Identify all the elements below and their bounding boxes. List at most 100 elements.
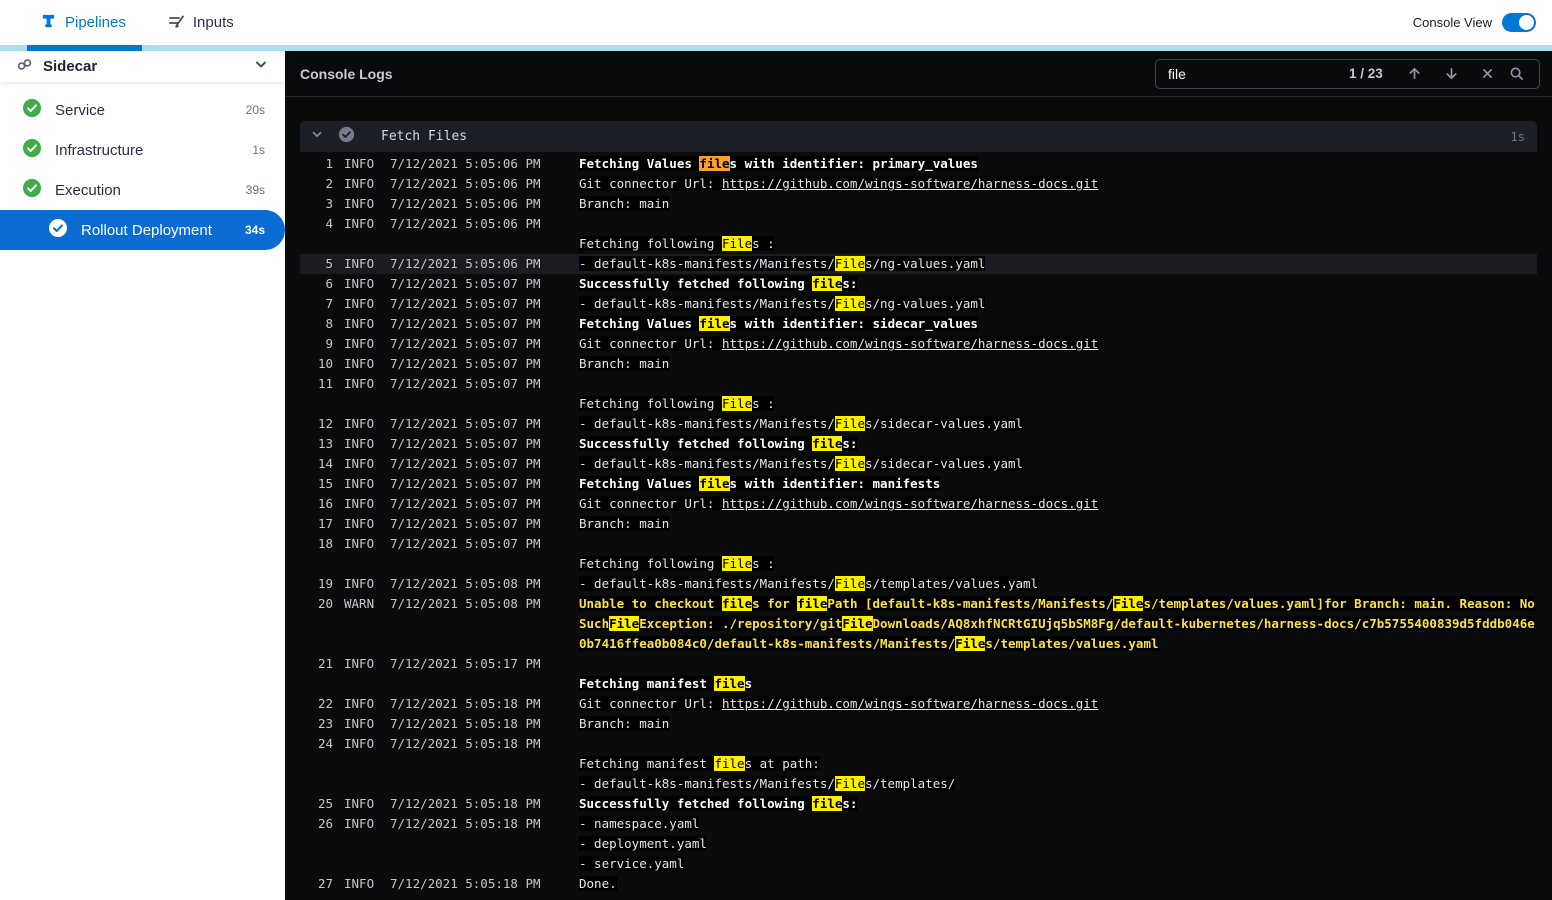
search-match-current: file bbox=[699, 156, 730, 171]
log-message: Git connector Url: https://github.com/wi… bbox=[579, 176, 1099, 191]
log-line-24-1: Fetching manifest files at path: bbox=[300, 754, 1537, 774]
log-message: Git connector Url: https://github.com/wi… bbox=[579, 336, 1099, 351]
log-line-6: 6 INFO 7/12/2021 5:05:07 PM Successfully fe… bbox=[300, 274, 1537, 294]
sidebar-item-label: Infrastructure bbox=[55, 141, 144, 159]
log-section-title: Fetch Files bbox=[381, 129, 468, 144]
log-message bbox=[579, 734, 1537, 754]
log-entries: 1 INFO 7/12/2021 5:05:06 PM Fetching Values… bbox=[300, 152, 1537, 894]
log-message: Successfully fetched following files: bbox=[579, 276, 858, 291]
search-match-counter: 1 / 23 bbox=[1349, 66, 1383, 81]
console-header: Console Logs 1 / 23 bbox=[285, 51, 1552, 96]
log-message bbox=[579, 214, 1537, 234]
chevron-down-icon[interactable] bbox=[253, 56, 269, 77]
success-check-icon bbox=[48, 218, 68, 243]
log-line-4-1: Fetching following Files : bbox=[300, 234, 1537, 254]
log-line-19: 19 INFO 7/12/2021 5:05:08 PM - default-k8s-… bbox=[300, 574, 1537, 594]
success-check-icon bbox=[22, 98, 42, 123]
log-message: Fetching Values files with identifier: s… bbox=[579, 316, 978, 331]
sidebar-item-infrastructure[interactable]: Infrastructure 1s bbox=[0, 130, 285, 170]
console-view-label: Console View bbox=[1412, 15, 1492, 30]
log-message: - default-k8s-manifests/Manifests/Files/… bbox=[579, 256, 986, 271]
inputs-icon bbox=[168, 12, 185, 33]
log-section-header[interactable]: Fetch Files 1s bbox=[300, 121, 1537, 152]
log-message: - deployment.yaml bbox=[579, 836, 707, 851]
log-link[interactable]: https://github.com/wings-software/harnes… bbox=[722, 176, 1098, 191]
tab-pipelines[interactable]: Pipelines bbox=[40, 12, 126, 33]
search-match-highlight: File bbox=[834, 776, 865, 791]
log-link[interactable]: https://github.com/wings-software/harnes… bbox=[722, 496, 1098, 511]
stage-sidebar: Sidecar Service 20s Infrastructure 1s Ex… bbox=[0, 51, 285, 900]
log-section-duration: 1s bbox=[1510, 129, 1525, 144]
stage-header[interactable]: Sidecar bbox=[0, 51, 285, 82]
log-line-22: 22 INFO 7/12/2021 5:05:18 PM Git connector … bbox=[300, 694, 1537, 714]
log-message: Branch: main bbox=[579, 716, 670, 731]
search-match-highlight: file bbox=[699, 476, 730, 491]
sidebar-item-duration: 20s bbox=[245, 103, 265, 117]
tab-inputs[interactable]: Inputs bbox=[168, 12, 234, 33]
log-line-11-1: Fetching following Files : bbox=[300, 394, 1537, 414]
log-line-21: 21 INFO 7/12/2021 5:05:17 PM bbox=[300, 654, 1537, 674]
log-line-17: 17 INFO 7/12/2021 5:05:07 PM Branch: main bbox=[300, 514, 1537, 534]
log-line-26-1: - deployment.yaml bbox=[300, 834, 1537, 854]
search-match-highlight: File bbox=[834, 456, 865, 471]
top-bar: Pipelines Inputs Console View bbox=[0, 0, 1552, 45]
log-message: Branch: main bbox=[579, 516, 670, 531]
top-tabs: Pipelines Inputs bbox=[0, 12, 234, 33]
log-line-23: 23 INFO 7/12/2021 5:05:18 PM Branch: main bbox=[300, 714, 1537, 734]
log-message: Fetching Values files with identifier: m… bbox=[579, 476, 941, 491]
next-match-icon[interactable] bbox=[1433, 66, 1469, 81]
tab-pipelines-label: Pipelines bbox=[65, 14, 126, 31]
log-message: Successfully fetched following files: bbox=[579, 796, 858, 811]
previous-match-icon[interactable] bbox=[1397, 66, 1433, 81]
search-input[interactable] bbox=[1168, 65, 1349, 82]
log-message: Git connector Url: https://github.com/wi… bbox=[579, 496, 1099, 511]
search-icon[interactable] bbox=[1506, 66, 1527, 81]
log-line-20: 20 WARN 7/12/2021 5:05:08 PM Unable to chec… bbox=[300, 594, 1537, 654]
log-line-8: 8 INFO 7/12/2021 5:05:07 PM Fetching Values… bbox=[300, 314, 1537, 334]
search-match-highlight: File bbox=[834, 576, 865, 591]
search-match-highlight: file bbox=[699, 316, 730, 331]
success-check-icon bbox=[22, 178, 42, 203]
search-match-highlight: File bbox=[834, 296, 865, 311]
pipelines-icon bbox=[40, 12, 57, 33]
log-line-24: 24 INFO 7/12/2021 5:05:18 PM bbox=[300, 734, 1537, 754]
log-link[interactable]: https://github.com/wings-software/harnes… bbox=[722, 696, 1098, 711]
sidebar-item-label: Execution bbox=[55, 181, 121, 199]
console-title: Console Logs bbox=[300, 65, 393, 82]
log-message: Fetching manifest files at path: bbox=[579, 756, 820, 771]
log-message: Fetching manifest files bbox=[579, 676, 753, 691]
log-line-12: 12 INFO 7/12/2021 5:05:07 PM - default-k8s-… bbox=[300, 414, 1537, 434]
sidebar-item-service[interactable]: Service 20s bbox=[0, 90, 285, 130]
log-line-26-2: - service.yaml bbox=[300, 854, 1537, 874]
search-match-highlight: File bbox=[722, 236, 753, 251]
success-check-icon bbox=[22, 138, 42, 163]
log-line-15: 15 INFO 7/12/2021 5:05:07 PM Fetching Value… bbox=[300, 474, 1537, 494]
log-line-27: 27 INFO 7/12/2021 5:05:18 PM Done. bbox=[300, 874, 1537, 894]
log-line-2: 2 INFO 7/12/2021 5:05:06 PM Git connector U… bbox=[300, 174, 1537, 194]
log-line-21-1: Fetching manifest files bbox=[300, 674, 1537, 694]
log-message: Fetching following Files : bbox=[579, 236, 775, 251]
log-line-11: 11 INFO 7/12/2021 5:05:07 PM bbox=[300, 374, 1537, 394]
close-icon[interactable] bbox=[1470, 68, 1506, 79]
log-line-18-1: Fetching following Files : bbox=[300, 554, 1537, 574]
search-match-highlight: file bbox=[812, 796, 843, 811]
log-line-7: 7 INFO 7/12/2021 5:05:07 PM - default-k8s-m… bbox=[300, 294, 1537, 314]
log-message: - default-k8s-manifests/Manifests/Files/… bbox=[579, 296, 986, 311]
log-message: - default-k8s-manifests/Manifests/Files/… bbox=[579, 576, 1039, 591]
log-link[interactable]: https://github.com/wings-software/harnes… bbox=[722, 336, 1098, 351]
log-line-13: 13 INFO 7/12/2021 5:05:07 PM Successfully f… bbox=[300, 434, 1537, 454]
sidebar-item-rollout-deployment[interactable]: Rollout Deployment 34s bbox=[0, 210, 285, 250]
search-match-highlight: File bbox=[722, 556, 753, 571]
log-message: Git connector Url: https://github.com/wi… bbox=[579, 696, 1099, 711]
log-line-25: 25 INFO 7/12/2021 5:05:18 PM Successfully f… bbox=[300, 794, 1537, 814]
search-match-highlight: File bbox=[722, 396, 753, 411]
tab-inputs-label: Inputs bbox=[192, 14, 234, 31]
search-match-highlight: file bbox=[722, 596, 753, 611]
console-view-toggle[interactable] bbox=[1502, 13, 1536, 32]
search-match-highlight: file bbox=[812, 436, 843, 451]
sidebar-item-execution[interactable]: Execution 39s bbox=[0, 170, 285, 210]
step-list: Service 20s Infrastructure 1s Execution … bbox=[0, 82, 285, 250]
log-message bbox=[579, 534, 1537, 554]
chevron-down-icon[interactable] bbox=[310, 127, 324, 146]
search-match-highlight: file bbox=[714, 676, 745, 691]
